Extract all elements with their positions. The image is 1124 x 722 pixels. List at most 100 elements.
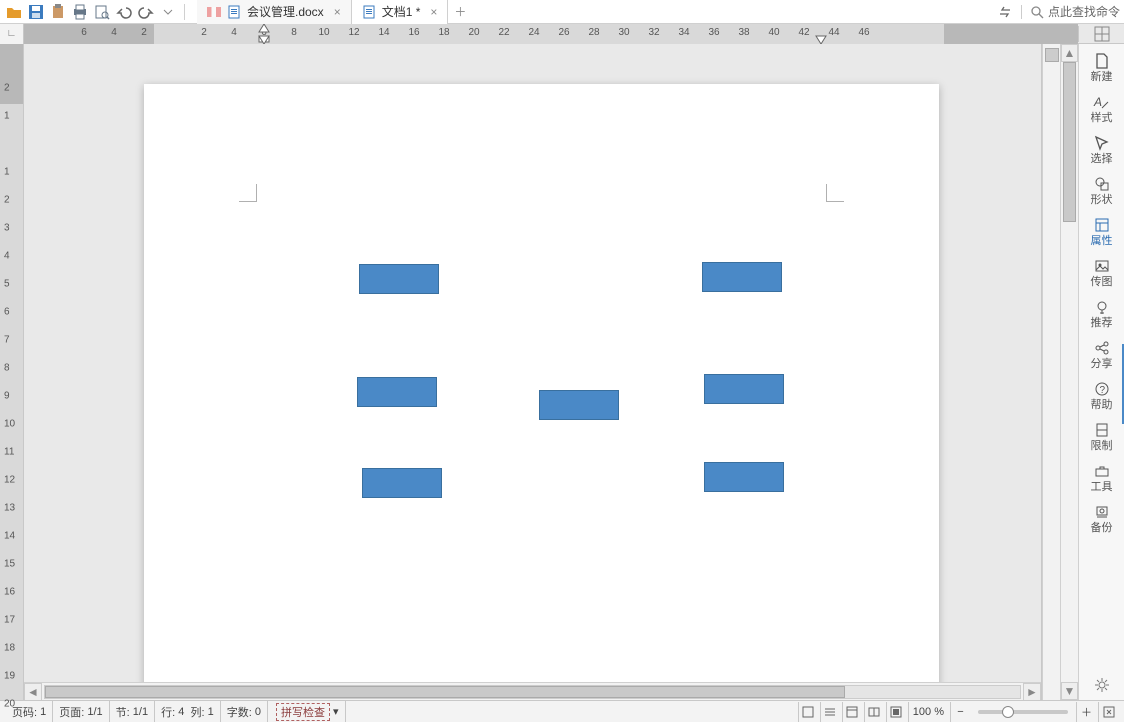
ruler-indent-marker[interactable] <box>816 24 826 44</box>
h-ruler-tick: 12 <box>348 27 359 38</box>
toolbar-dropdown-icon[interactable] <box>158 2 178 22</box>
diagram-center-box[interactable] <box>539 390 619 420</box>
diagram-box-2[interactable] <box>357 377 437 407</box>
v-ruler-tick: 11 <box>4 447 14 458</box>
gear-icon <box>1093 676 1111 694</box>
tab-doc-1[interactable]: 会议管理.docx × <box>197 0 352 24</box>
margin-mark-right <box>826 184 844 202</box>
scroll-up-icon[interactable]: ▲ <box>1061 44 1078 62</box>
side-panel-file[interactable]: 新建 <box>1080 48 1124 87</box>
status-row-col[interactable]: 行: 4 列: 1 <box>155 701 221 722</box>
zoom-knob[interactable] <box>1002 706 1014 718</box>
ruler-corner[interactable]: ∟ <box>0 24 24 44</box>
h-ruler-tick: 8 <box>291 27 297 38</box>
view-page-icon[interactable] <box>798 702 818 722</box>
zoom-fit-icon[interactable] <box>1098 702 1118 722</box>
h-ruler-tick: 16 <box>408 27 419 38</box>
side-panel-prop[interactable]: 属性 <box>1080 212 1124 251</box>
tab-doc-2[interactable]: 文档1 * × <box>352 0 449 24</box>
ruler-toggle-icon[interactable] <box>1094 26 1110 42</box>
side-panel-help[interactable]: ?帮助 <box>1080 376 1124 415</box>
open-icon[interactable] <box>4 2 24 22</box>
scroll-left-icon[interactable]: ◄ <box>24 683 42 701</box>
h-ruler-tick: 6 <box>81 27 87 38</box>
scroll-h-thumb[interactable] <box>45 686 845 698</box>
diagram-box-1[interactable] <box>702 262 782 292</box>
diagram-box-5[interactable] <box>704 462 784 492</box>
doc-icon <box>362 5 376 19</box>
close-icon[interactable]: × <box>334 5 341 19</box>
view-web-icon[interactable] <box>842 702 862 722</box>
side-panel-limit[interactable]: 限制 <box>1080 417 1124 456</box>
h-ruler-tick: 26 <box>558 27 569 38</box>
zoom-slider[interactable] <box>978 710 1068 714</box>
side-panel-tools[interactable]: 工具 <box>1080 458 1124 497</box>
h-ruler-tick: 36 <box>708 27 719 38</box>
print-icon[interactable] <box>70 2 90 22</box>
vertical-scrollbar[interactable]: ▲ ▼ <box>1060 44 1078 700</box>
horizontal-scrollbar[interactable]: ◄ ► <box>24 682 1041 700</box>
status-section[interactable]: 节: 1/1 <box>110 701 155 722</box>
side-panel-label: 属性 <box>1091 236 1113 247</box>
side-panel-bulb[interactable]: 推荐 <box>1080 294 1124 333</box>
scroll-v-thumb[interactable] <box>1063 62 1076 222</box>
h-ruler-tick: 4 <box>111 27 117 38</box>
side-panel-label: 限制 <box>1091 441 1113 452</box>
diagram-box-4[interactable] <box>362 468 442 498</box>
side-panel-settings[interactable] <box>1080 672 1124 700</box>
scroll-h-track[interactable] <box>44 685 1021 699</box>
h-ruler-tick: 38 <box>738 27 749 38</box>
v-ruler-tick: 5 <box>4 279 10 290</box>
diagram-box-0[interactable] <box>359 264 439 294</box>
status-spellcheck[interactable]: 拼写检查 ▾ <box>268 701 346 722</box>
side-panel-style[interactable]: A样式 <box>1080 89 1124 128</box>
v-ruler-tick: 8 <box>4 363 10 374</box>
horizontal-ruler[interactable]: 6422468101214161820222426283032343638404… <box>24 24 1078 44</box>
redo-icon[interactable] <box>136 2 156 22</box>
new-tab-button[interactable]: ＋ <box>448 0 472 24</box>
select-icon <box>1093 134 1111 152</box>
v-ruler-tick: 9 <box>4 391 10 402</box>
zoom-label[interactable]: 100 % <box>908 702 948 722</box>
v-ruler-tick: 4 <box>4 251 10 262</box>
status-wordcount[interactable]: 字数: 0 <box>221 701 268 722</box>
zoom-out-icon[interactable]: − <box>950 702 970 722</box>
vertical-ruler[interactable]: 2112345678910111213141516171819202122 <box>0 44 24 700</box>
h-ruler-tick: 22 <box>498 27 509 38</box>
right-ruler-cap <box>1078 26 1124 42</box>
diagram-box-3[interactable] <box>704 374 784 404</box>
top-toolbar: 会议管理.docx × 文档1 * × ＋ 点此查找命令 <box>0 0 1124 24</box>
close-icon[interactable]: × <box>430 5 437 19</box>
limit-icon <box>1093 421 1111 439</box>
side-panel-select[interactable]: 选择 <box>1080 130 1124 169</box>
view-fullscreen-icon[interactable] <box>886 702 906 722</box>
side-panel-label: 工具 <box>1091 482 1113 493</box>
zoom-in-icon[interactable]: ＋ <box>1076 702 1096 722</box>
scroll-right-icon[interactable]: ► <box>1023 683 1041 701</box>
h-ruler-tick: 32 <box>648 27 659 38</box>
view-outline-icon[interactable] <box>820 702 840 722</box>
view-read-icon[interactable] <box>864 702 884 722</box>
side-panel-shape[interactable]: 形状 <box>1080 171 1124 210</box>
minimap-block[interactable] <box>1045 48 1059 62</box>
h-ruler-tick: 2 <box>201 27 207 38</box>
paste-icon[interactable] <box>48 2 68 22</box>
search-command-label: 点此查找命令 <box>1048 3 1120 20</box>
document-canvas[interactable]: ◄ ► <box>24 44 1042 700</box>
h-ruler-tick: 20 <box>468 27 479 38</box>
tools-icon <box>1093 462 1111 480</box>
side-panel-share[interactable]: 分享 <box>1080 335 1124 374</box>
tab-label: 文档1 * <box>382 3 421 20</box>
side-panel-label: 帮助 <box>1091 400 1113 411</box>
status-page-of[interactable]: 页面: 1/1 <box>53 701 109 722</box>
side-panel-image[interactable]: 传图 <box>1080 253 1124 292</box>
style-icon: A <box>1093 93 1111 111</box>
print-preview-icon[interactable] <box>92 2 112 22</box>
search-command[interactable]: 点此查找命令 <box>1030 3 1120 20</box>
save-icon[interactable] <box>26 2 46 22</box>
scroll-down-icon[interactable]: ▼ <box>1061 682 1078 700</box>
sync-icon[interactable] <box>997 4 1013 20</box>
undo-icon[interactable] <box>114 2 134 22</box>
side-panel-backup[interactable]: 备份 <box>1080 499 1124 538</box>
ruler-indent-marker[interactable] <box>259 24 269 44</box>
